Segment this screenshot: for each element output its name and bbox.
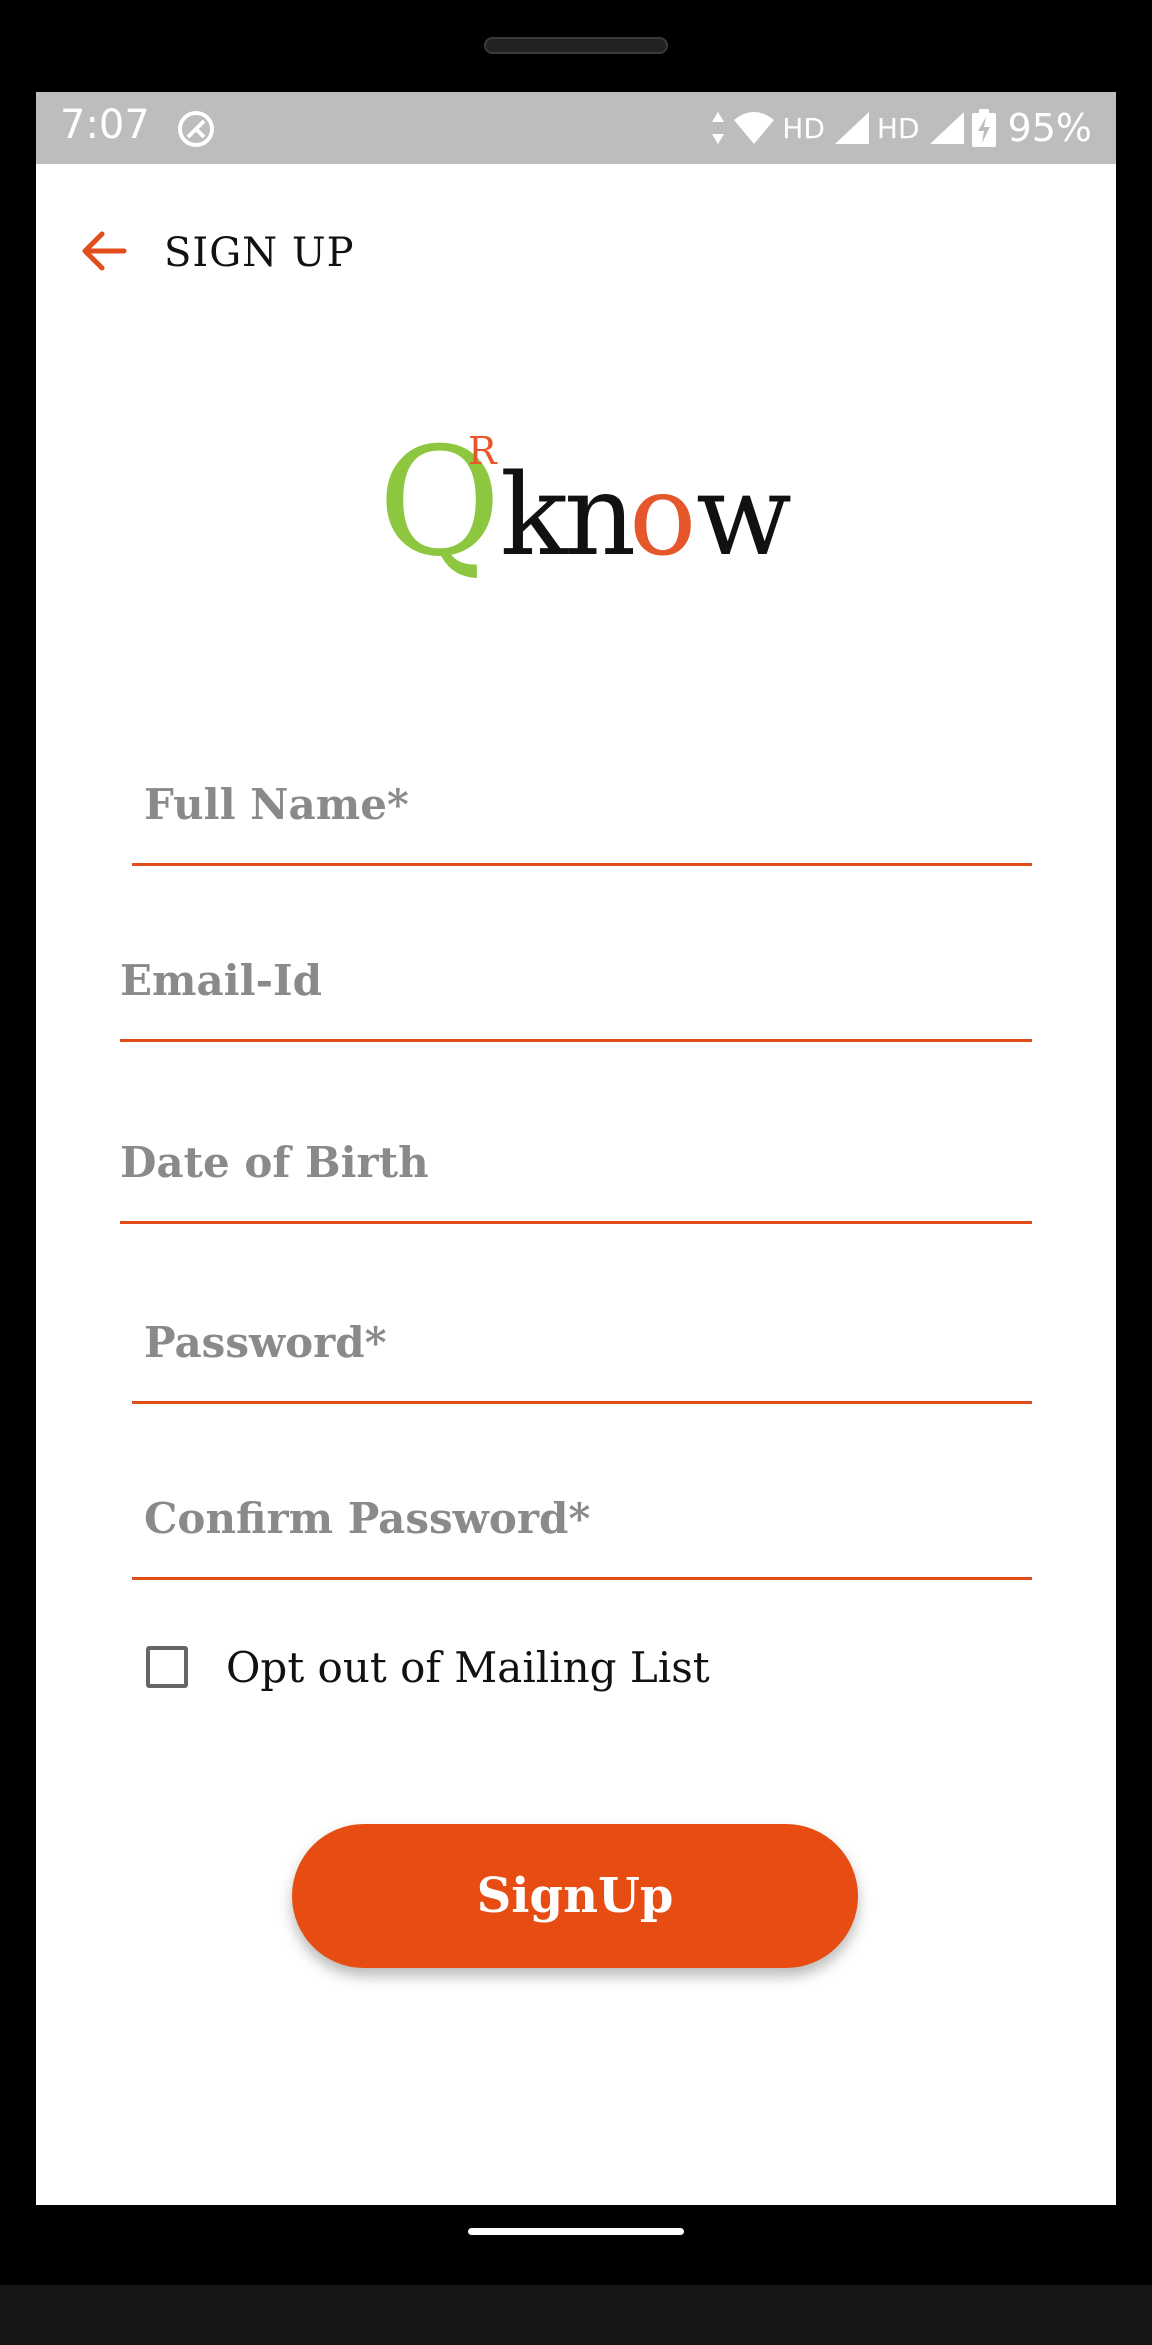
signup-button[interactable]: SignUp xyxy=(292,1824,858,1968)
confirm-password-input[interactable] xyxy=(144,1494,1044,1543)
page-title: SIGN UP xyxy=(164,230,355,276)
network-type-2: HD xyxy=(876,111,920,145)
data-arrows-icon xyxy=(712,112,725,144)
date-of-birth-input[interactable] xyxy=(120,1138,1032,1187)
app-notification-icon xyxy=(178,111,214,147)
network-type-1: HD xyxy=(782,111,825,145)
signal-icon xyxy=(929,112,964,144)
screen: 7:07 HD HD 95% SIGN UP Q R k n o w Full … xyxy=(36,92,1116,2205)
password-field xyxy=(132,1284,1044,1404)
full-name-field xyxy=(132,746,1044,866)
optout-label[interactable]: Opt out of Mailing List xyxy=(226,1643,710,1692)
battery-percent: 95% xyxy=(1007,106,1092,150)
logo-letter-w: w xyxy=(696,451,792,581)
email-field xyxy=(120,922,1032,1042)
earpiece-speaker xyxy=(484,37,668,54)
optout-checkbox[interactable] xyxy=(146,1646,188,1688)
app-header: SIGN UP xyxy=(36,202,1116,302)
arrow-left-icon[interactable] xyxy=(76,226,132,276)
password-input[interactable] xyxy=(144,1318,1044,1367)
date-of-birth-field xyxy=(120,1104,1032,1224)
wifi-icon xyxy=(734,112,775,144)
mailing-list-optout: Opt out of Mailing List xyxy=(146,1637,710,1697)
logo-letter-n: n xyxy=(564,451,636,581)
full-name-input[interactable] xyxy=(144,780,1044,829)
gesture-nav-pill[interactable] xyxy=(468,2228,684,2235)
signal-icon xyxy=(834,112,869,144)
logo-letter-k: k xyxy=(500,451,569,581)
phone-frame: 7:07 HD HD 95% SIGN UP Q R k n o w Full … xyxy=(0,0,1152,2345)
logo-letter-r: R xyxy=(468,429,498,473)
status-bar: 7:07 HD HD 95% xyxy=(36,92,1116,164)
status-time: 7:07 xyxy=(60,102,150,148)
email-input[interactable] xyxy=(120,956,1032,1005)
status-icons: HD HD 95% xyxy=(710,102,1092,154)
phone-bottom-bezel xyxy=(0,2285,1152,2345)
qknow-logo: Q R k n o w xyxy=(378,422,792,590)
confirm-password-field xyxy=(132,1460,1044,1580)
logo-letter-o: o xyxy=(629,451,696,581)
battery-charging-icon xyxy=(971,109,996,147)
